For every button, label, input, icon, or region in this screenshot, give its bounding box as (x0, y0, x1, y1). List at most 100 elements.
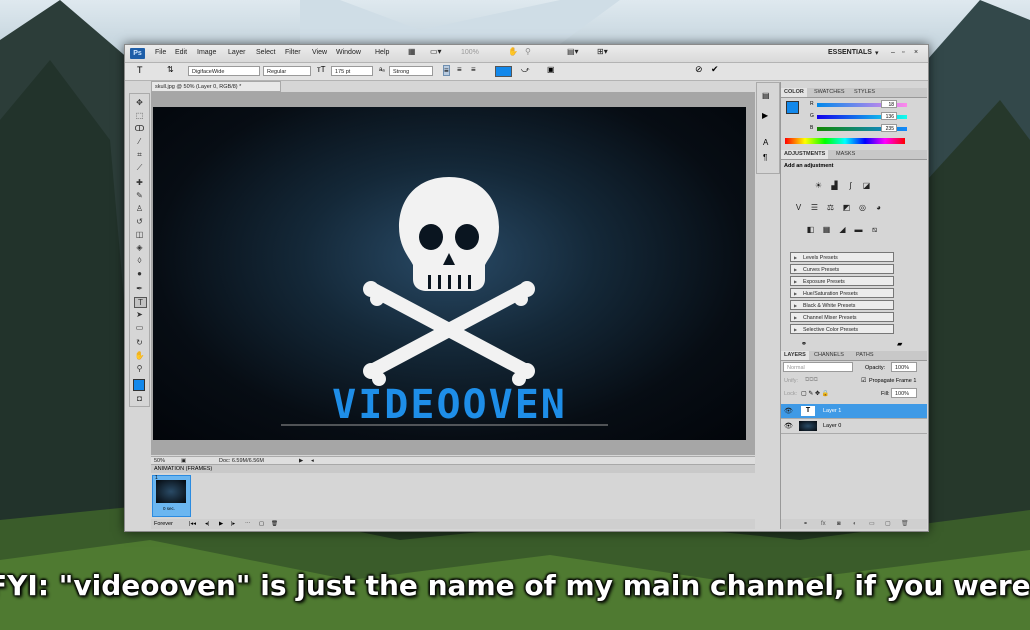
document-canvas[interactable]: VIDEOOVEN (153, 107, 746, 440)
align-left-icon[interactable]: ≡ (443, 65, 450, 76)
posterize-icon[interactable]: ▦ (821, 225, 832, 235)
propagate-checkbox[interactable]: ☑ (861, 377, 866, 384)
preset-channel-mixer[interactable]: Channel Mixer Presets (790, 312, 894, 323)
clip-layer-icon[interactable]: ⚭ (801, 340, 807, 348)
chevron-down-icon[interactable]: ▾ (875, 49, 879, 57)
blur-tool-icon[interactable]: ◊ (134, 256, 145, 265)
path-select-icon[interactable]: ➤ (134, 310, 145, 319)
menu-help[interactable]: Help (375, 49, 389, 56)
play-icon[interactable]: ▶ (219, 519, 223, 529)
preset-selective-color[interactable]: Selective Color Presets (790, 324, 894, 335)
tab-color[interactable]: COLOR (781, 88, 807, 97)
curves-icon[interactable]: ∫ (845, 181, 856, 191)
bridge-icon[interactable]: ▦ (408, 47, 416, 56)
invert-icon[interactable]: ◧ (805, 225, 816, 235)
paragraph-icon[interactable]: ¶ (763, 153, 767, 162)
lock-icons[interactable]: ▢ ✎ ✥ 🔒 (801, 390, 829, 397)
align-center-icon[interactable]: ≡ (457, 65, 462, 74)
levels-icon[interactable]: ▟ (829, 181, 840, 191)
layer-row-layer-1[interactable]: 👁 T Layer 1 (781, 404, 927, 419)
type-tool-icon[interactable]: T (137, 65, 143, 75)
zoom-tool-icon[interactable]: ⚲ (134, 364, 145, 373)
add-mask-icon[interactable]: ◙ (837, 519, 841, 529)
pen-tool-icon[interactable]: ✒ (134, 284, 145, 293)
menu-select[interactable]: Select (256, 49, 275, 56)
quick-mask-icon[interactable]: ◘ (134, 394, 145, 403)
extras-icon[interactable]: ⊞▾ (597, 47, 608, 56)
tab-layers[interactable]: LAYERS (781, 351, 809, 360)
blue-value[interactable]: 235 (881, 124, 897, 132)
menu-filter[interactable]: Filter (285, 49, 301, 56)
tab-styles[interactable]: STYLES (851, 88, 878, 97)
layer-row-layer-0[interactable]: 👁 Layer 0 (781, 419, 927, 434)
hand-icon[interactable]: ✋ (508, 47, 518, 56)
tab-masks[interactable]: MASKS (833, 150, 858, 159)
tween-icon[interactable]: ⋯ (245, 519, 251, 529)
channel-mixer-icon[interactable]: ◕ (873, 203, 884, 213)
fill-field[interactable]: 100% (891, 388, 917, 398)
prev-frame-icon[interactable]: ◂| (205, 519, 209, 529)
maximize-button[interactable]: ▫ (902, 49, 904, 56)
preset-levels[interactable]: Levels Presets (790, 252, 894, 263)
link-layers-icon[interactable]: ⚭ (803, 519, 808, 529)
preset-curves[interactable]: Curves Presets (790, 264, 894, 275)
history-icon[interactable]: ▤ (762, 91, 770, 100)
tab-channels[interactable]: CHANNELS (811, 351, 847, 360)
character-panel-icon[interactable]: ▣ (547, 65, 555, 74)
frame-delay[interactable]: 0 sec. (163, 506, 175, 511)
red-value[interactable]: 18 (881, 100, 897, 108)
hue-saturation-icon[interactable]: ☰ (809, 203, 820, 213)
document-tab[interactable]: skull.jpg @ 50% (Layer 0, RGB/8) * (151, 81, 281, 92)
tab-adjustments[interactable]: ADJUSTMENTS (781, 150, 829, 159)
actions-icon[interactable]: ▶ (762, 111, 768, 120)
menu-window[interactable]: Window (336, 49, 361, 56)
font-family-select[interactable]: DigifaceWide (188, 66, 260, 76)
tab-paths[interactable]: PATHS (853, 351, 877, 360)
dodge-tool-icon[interactable]: ● (134, 269, 145, 278)
adjustment-layer-icon[interactable]: ◐ (853, 519, 857, 529)
minimize-button[interactable]: – (891, 49, 895, 56)
type-tool-selected-icon[interactable]: T (134, 297, 147, 308)
menu-image[interactable]: Image (197, 49, 216, 56)
text-color-swatch[interactable] (495, 66, 512, 77)
font-size-field[interactable]: 175 pt (331, 66, 373, 76)
new-adjustment-icon[interactable]: ▰ (897, 340, 902, 348)
photo-filter-icon[interactable]: ◎ (857, 203, 868, 213)
brush-tool-icon[interactable]: ✎ (134, 191, 145, 200)
cancel-icon[interactable]: ⊘ (695, 64, 703, 75)
menu-view[interactable]: View (312, 49, 327, 56)
next-frame-icon[interactable]: |▸ (231, 519, 235, 529)
preset-black-white[interactable]: Black & White Presets (790, 300, 894, 311)
layer-style-icon[interactable]: fx (821, 519, 826, 529)
magic-wand-icon[interactable]: ⁄ (134, 137, 145, 146)
opacity-field[interactable]: 100% (891, 362, 917, 372)
character-icon[interactable]: A (763, 138, 768, 147)
close-button[interactable]: × (914, 49, 918, 56)
move-tool-icon[interactable]: ✥ (134, 98, 145, 107)
unify-icons[interactable]: ⧉⧉⧉ (805, 377, 818, 384)
color-balance-icon[interactable]: ⚖ (825, 203, 836, 213)
visibility-eye-icon[interactable]: 👁 (784, 419, 793, 434)
preset-hue-saturation[interactable]: Hue/Saturation Presets (790, 288, 894, 299)
black-white-icon[interactable]: ◩ (841, 203, 852, 213)
font-style-select[interactable]: Regular (263, 66, 311, 76)
selective-color-icon[interactable]: ⧅ (869, 225, 880, 235)
marquee-tool-icon[interactable]: ⬚ (134, 111, 145, 120)
zoom-level[interactable]: 100% (461, 49, 479, 56)
loop-select[interactable]: Forever (154, 519, 173, 529)
threshold-icon[interactable]: ◢ (837, 225, 848, 235)
history-brush-icon[interactable]: ↺ (134, 217, 145, 226)
align-right-icon[interactable]: ≡ (471, 65, 476, 74)
visibility-eye-icon[interactable]: 👁 (784, 404, 793, 419)
exposure-icon[interactable]: ◪ (861, 181, 872, 191)
lasso-tool-icon[interactable]: ↀ (134, 124, 145, 133)
delete-frame-icon[interactable]: 🗑 (271, 519, 278, 529)
crop-tool-icon[interactable]: ⌗ (134, 150, 145, 159)
foreground-color-swatch[interactable] (133, 379, 145, 391)
eraser-icon[interactable]: ◫ (134, 230, 145, 239)
delete-layer-icon[interactable]: 🗑 (901, 519, 909, 529)
new-layer-icon[interactable]: ▢ (885, 519, 891, 529)
menu-layer[interactable]: Layer (228, 49, 246, 56)
workspace-switcher[interactable]: ESSENTIALS (828, 49, 872, 56)
first-frame-icon[interactable]: |◂◂ (189, 519, 196, 529)
